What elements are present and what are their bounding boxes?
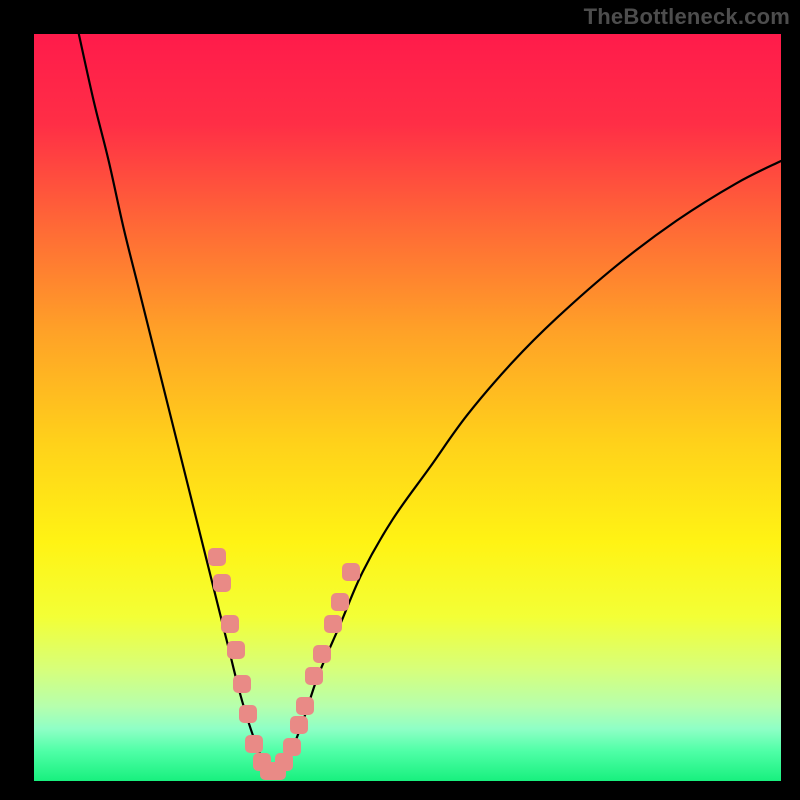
curve-right-branch [277, 161, 781, 774]
data-marker [296, 697, 314, 715]
curve-left-branch [79, 34, 269, 774]
watermark-text: TheBottleneck.com [584, 4, 790, 30]
data-marker [227, 641, 245, 659]
data-marker [233, 675, 251, 693]
data-marker [290, 716, 308, 734]
data-marker [213, 574, 231, 592]
data-marker [342, 563, 360, 581]
plot-area [34, 34, 781, 781]
data-marker [331, 593, 349, 611]
data-marker [221, 615, 239, 633]
data-marker [239, 705, 257, 723]
data-marker [324, 615, 342, 633]
data-marker [305, 667, 323, 685]
data-marker [283, 738, 301, 756]
chart-stage: TheBottleneck.com [0, 0, 800, 800]
data-marker [313, 645, 331, 663]
data-marker [208, 548, 226, 566]
bottleneck-curve [34, 34, 781, 781]
data-marker [245, 735, 263, 753]
